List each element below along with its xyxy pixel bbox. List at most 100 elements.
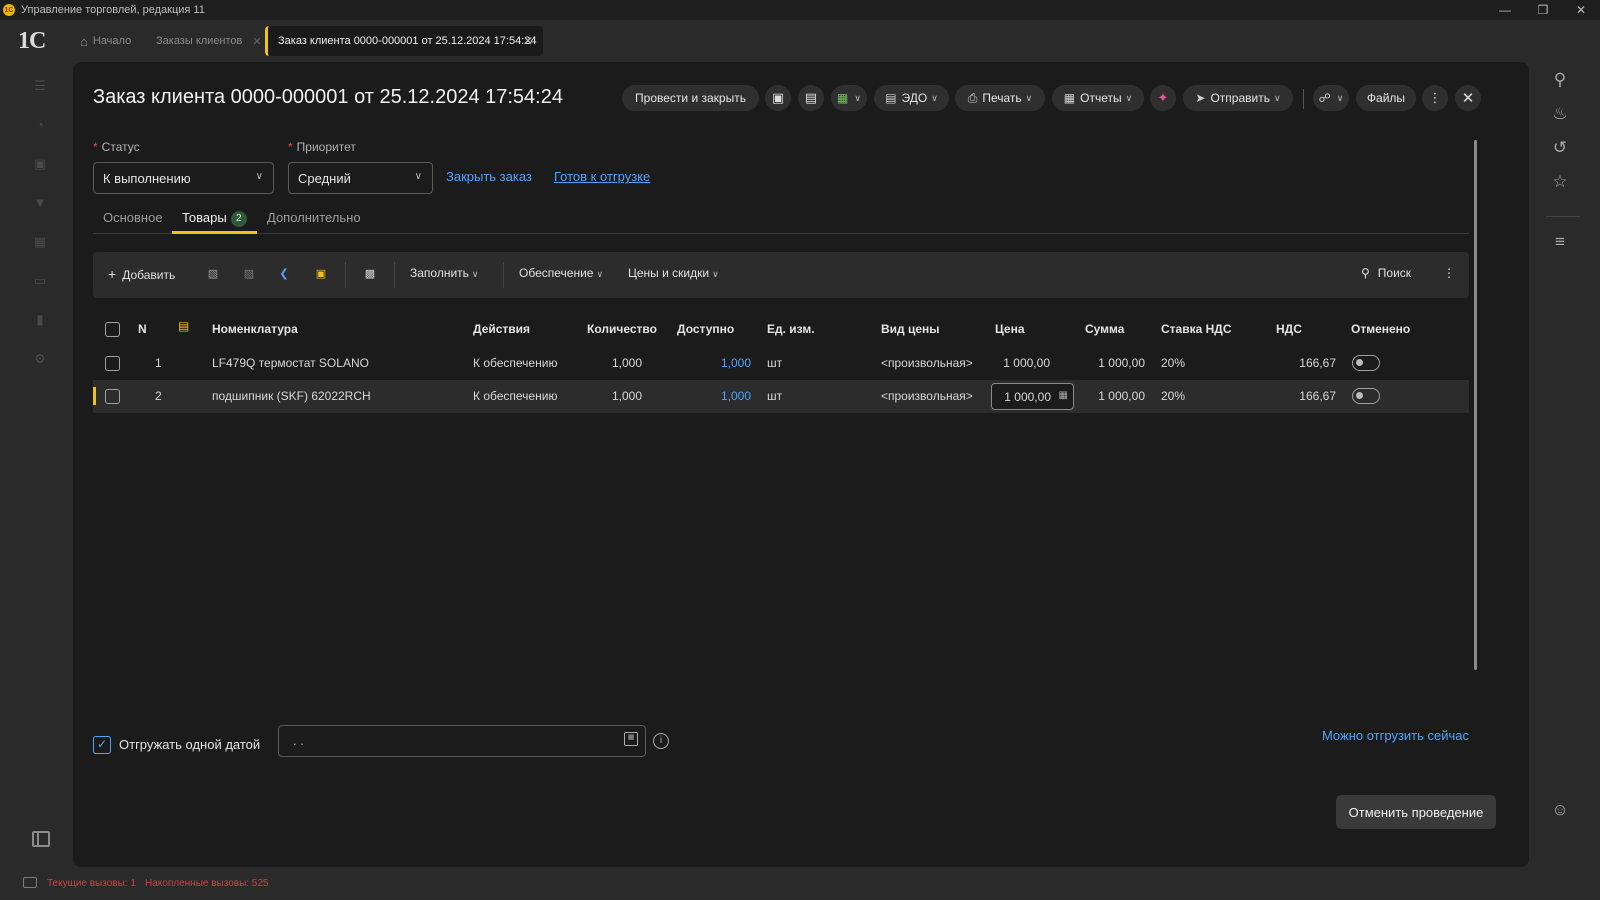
close-form-icon[interactable]: ✕ [1455,85,1481,111]
col-actions[interactable]: Действия [473,322,530,336]
search-icon[interactable]: ⚲ [1548,68,1572,92]
app-logo-icon: 1C [3,4,15,16]
col-vat-rate[interactable]: Ставка НДС [1161,322,1232,336]
gear-icon[interactable]: ⚙ [32,351,48,366]
toggle-panel-icon[interactable] [32,831,50,847]
minimize-icon[interactable]: — [1486,0,1524,20]
create-based-icon: ▦ [837,91,849,105]
create-based-button[interactable]: ▦ ∨ [831,85,867,111]
row-available[interactable]: 1,000 [693,389,751,403]
ship-one-date-checkbox[interactable]: ✓ [93,736,111,754]
chevron-down-icon: ∨ [1025,92,1033,103]
col-item[interactable]: Номенклатура [212,322,298,336]
files-button[interactable]: Файлы [1356,85,1416,111]
close-window-icon[interactable]: ✕ [1562,0,1600,20]
tabs-bar: 1C ⌂ Начало Заказы клиентов ✕ Заказ клие… [0,20,1600,62]
send-button[interactable]: ➤ Отправить ∨ [1183,85,1293,111]
paste-icon[interactable]: ▧ [242,267,256,281]
status-select[interactable]: К выполнению ∨ [93,162,274,194]
edo-button[interactable]: ▤ ЭДО ∨ [874,85,949,111]
reports-icon[interactable]: ▮ [32,312,48,327]
cancel-posting-button[interactable]: Отменить проведение [1336,795,1496,829]
prices-discounts-button[interactable]: Цены и скидки ∨ [628,266,719,280]
briefcase-icon[interactable]: ▣ [32,156,48,171]
copy-icon[interactable]: ▧ [206,267,220,281]
toolbar-divider [394,262,395,288]
tab-main[interactable]: Основное [103,210,163,225]
user-icon[interactable]: ☺ [1548,798,1572,822]
more-vertical-icon[interactable]: ⋮ [1443,266,1455,280]
save-icon[interactable]: ▣ [765,85,791,111]
current-calls: Текущие вызовы: 1 [47,878,136,889]
attach-button[interactable]: ☍ ∨ [1313,85,1349,111]
price-edit-field[interactable]: 1 000,00 ▦ [991,383,1074,410]
close-order-link[interactable]: Закрыть заказ [446,169,532,184]
select-all-checkbox[interactable] [105,322,120,337]
col-unit[interactable]: Ед. изм. [767,322,815,336]
cart-icon[interactable]: ▼ [32,195,48,210]
col-price-type[interactable]: Вид цены [881,322,940,336]
info-icon[interactable]: i [653,733,669,749]
calls-icon[interactable] [23,877,37,888]
tab-home[interactable]: ⌂ Начало [80,26,131,56]
fill-button[interactable]: Заполнить ∨ [410,266,479,280]
filter-icon[interactable]: ≡ [1548,230,1572,254]
table-row-selected[interactable]: 2 подшипник (SKF) 62022RCH К обеспечению… [93,380,1469,413]
post-and-close-button[interactable]: Провести и закрыть [622,85,759,111]
col-vat[interactable]: НДС [1276,322,1302,336]
col-n[interactable]: N [138,322,147,336]
colorful-app-icon[interactable]: ✦ [1150,85,1176,111]
tab-orders-label: Заказы клиентов [156,35,243,47]
select-icon[interactable]: ▩ [363,267,377,281]
search-button[interactable]: ⚲ Поиск [1361,266,1411,280]
row-action: К обеспечению [473,356,558,370]
ship-now-link[interactable]: Можно отгрузить сейчас [1322,728,1469,743]
history-icon[interactable]: ↺ [1548,136,1572,160]
menu-icon[interactable]: ☰ [32,78,48,93]
col-cancelled[interactable]: Отменено [1351,322,1410,336]
scrollbar[interactable] [1474,140,1477,670]
priority-select[interactable]: Средний ∨ [288,162,433,194]
post-icon[interactable]: ▤ [798,85,824,111]
warehouse-icon[interactable]: ▦ [32,234,48,249]
close-tab-icon[interactable]: ✕ [523,34,533,48]
row-cancelled-toggle[interactable] [1352,355,1380,371]
table-row[interactable]: 1 LF479Q термостат SOLANO К обеспечению … [93,347,1469,380]
row-checkbox[interactable] [105,356,120,371]
col-price[interactable]: Цена [995,322,1025,336]
row-n: 1 [155,356,162,370]
reports-button[interactable]: ▦ Отчеты ∨ [1052,85,1144,111]
col-sum[interactable]: Сумма [1085,322,1124,336]
calculator-icon[interactable]: ▦ [1059,390,1068,401]
add-button[interactable]: + Добавить [108,266,175,282]
row-checkbox[interactable] [105,389,120,404]
restore-icon[interactable]: ❐ [1524,0,1562,20]
row-available[interactable]: 1,000 [693,356,751,370]
tab-customer-orders[interactable]: Заказы клиентов ✕ [156,26,262,56]
share-icon[interactable]: ❮ [277,267,291,281]
tab-order-active[interactable]: Заказ клиента 0000-000001 от 25.12.2024 … [265,26,543,56]
bell-icon[interactable]: ♨ [1548,102,1572,126]
status-value: К выполнению [103,170,191,186]
close-tab-icon[interactable]: ✕ [252,35,261,48]
col-qty[interactable]: Количество [587,322,657,336]
row-price: 1 000,00 [1003,356,1050,370]
edo-label: ЭДО [901,91,928,105]
ready-to-ship-link[interactable]: Готов к отгрузке [554,169,650,184]
folder-icon[interactable]: ▣ [314,267,328,281]
chart-icon[interactable]: ◔ [32,117,48,132]
tab-additional[interactable]: Дополнительно [267,210,361,225]
add-label: Добавить [122,268,176,282]
supply-button[interactable]: Обеспечение ∨ [519,266,603,280]
row-item: LF479Q термостат SOLANO [212,356,369,370]
row-cancelled-toggle[interactable] [1352,388,1380,404]
calendar-icon[interactable]: ▦ [624,732,638,746]
money-icon[interactable]: ▭ [32,273,48,288]
star-icon[interactable]: ☆ [1548,170,1572,194]
print-button[interactable]: ⎙ Печать ∨ [955,85,1045,111]
tab-goods[interactable]: Товары 2 [182,210,247,227]
ship-date-input[interactable]: . . ▦ [278,725,646,757]
col-available[interactable]: Доступно [677,322,734,336]
more-vertical-icon[interactable]: ⋮ [1422,85,1448,111]
chevron-down-icon: ∨ [596,269,604,279]
